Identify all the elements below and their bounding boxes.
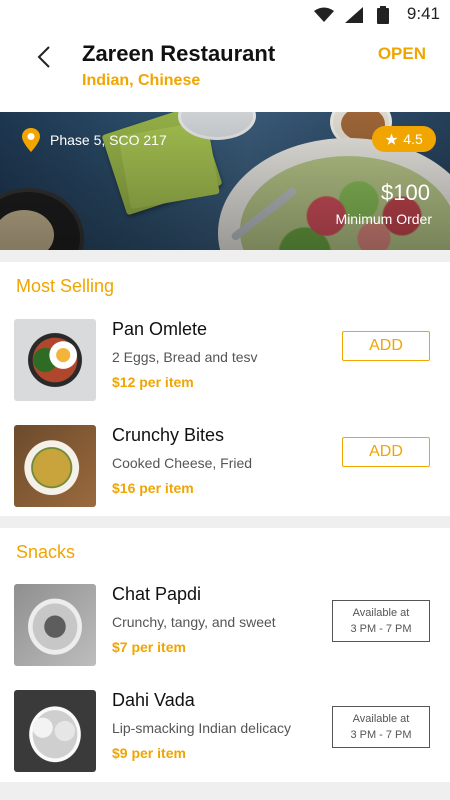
availability-time: 3 PM - 7 PM: [350, 623, 412, 635]
item-name: Crunchy Bites: [112, 425, 225, 445]
item-description: Crunchy, tangy, and sweet: [112, 614, 276, 630]
menu-item: Dahi Vada Lip-smacking Indian delicacy $…: [0, 690, 450, 776]
location[interactable]: Phase 5, SCO 217: [22, 128, 167, 152]
item-name: Dahi Vada: [112, 690, 195, 710]
chat-papdi-image: [14, 584, 96, 666]
item-price: $7 per item: [112, 639, 186, 655]
star-icon: [385, 133, 398, 145]
section-title: Most Selling: [16, 276, 115, 296]
item-name: Chat Papdi: [112, 584, 202, 604]
pan-omelette-image: [14, 319, 96, 401]
add-button[interactable]: ADD: [342, 331, 430, 361]
cuisine-tags: Indian, Chinese: [82, 72, 201, 89]
availability-label: Available at: [352, 713, 410, 725]
availability-time: 3 PM - 7 PM: [350, 729, 412, 741]
item-price: $16 per item: [112, 480, 194, 496]
rating-badge: 4.5: [372, 126, 436, 152]
availability-badge: Available at 3 PM - 7 PM: [332, 706, 430, 748]
clock: 9:41: [406, 4, 440, 23]
item-price: $12 per item: [112, 374, 194, 390]
crunchy-bites-image: [14, 425, 96, 507]
availability-badge: Available at 3 PM - 7 PM: [332, 600, 430, 642]
restaurant-name: Zareen Restaurant: [82, 41, 276, 66]
menu-item: Pan Omlete 2 Eggs, Bread and tesv $12 pe…: [0, 319, 450, 405]
item-description: Cooked Cheese, Fried: [112, 455, 253, 471]
dahi-vada-image: [14, 690, 96, 772]
minimum-order-label: Minimum Order: [335, 211, 432, 227]
wifi-icon: [314, 7, 334, 22]
chevron-left-icon: [37, 46, 50, 68]
most-selling-section: Most Selling Pan Omlete 2 Eggs, Bread an…: [0, 262, 450, 516]
item-description: Lip-smacking Indian delicacy: [112, 720, 291, 736]
battery-icon: [377, 6, 389, 24]
status-bar: 9:41: [0, 0, 450, 30]
rating-value: 4.5: [403, 131, 423, 147]
location-text: Phase 5, SCO 217: [50, 132, 167, 148]
hero-banner: Phase 5, SCO 217 4.5 $100 Minimum Order: [0, 112, 450, 250]
menu-item: Chat Papdi Crunchy, tangy, and sweet $7 …: [0, 584, 450, 670]
item-price: $9 per item: [112, 745, 186, 761]
menu-item: Crunchy Bites Cooked Cheese, Fried $16 p…: [0, 425, 450, 511]
restaurant-header: Zareen Restaurant Indian, Chinese OPEN: [0, 30, 450, 112]
location-pin-icon: [22, 128, 40, 152]
open-status-badge: OPEN: [377, 44, 426, 63]
add-button[interactable]: ADD: [342, 437, 430, 467]
item-name: Pan Omlete: [112, 319, 208, 339]
signal-icon: [345, 7, 363, 23]
section-title: Snacks: [16, 542, 76, 562]
snacks-section: Snacks Chat Papdi Crunchy, tangy, and sw…: [0, 528, 450, 782]
availability-label: Available at: [352, 607, 410, 619]
minimum-order-value: $100: [381, 180, 430, 205]
item-description: 2 Eggs, Bread and tesv: [112, 349, 258, 365]
back-button[interactable]: [30, 42, 58, 72]
